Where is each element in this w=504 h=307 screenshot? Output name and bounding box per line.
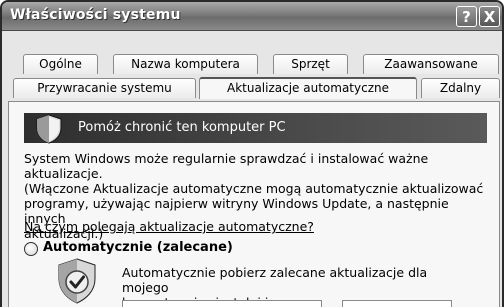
shield-icon (36, 114, 62, 144)
frequency-dropdown[interactable] (122, 300, 322, 307)
window-title: Właściwości systemu (10, 7, 181, 23)
close-icon: X (483, 7, 496, 26)
system-properties-window: Właściwości systemu ? X Ogólne Nazwa kom… (0, 0, 504, 307)
tab-label: Zdalny (439, 81, 482, 95)
tab-label: Aktualizacje automatyczne (226, 81, 389, 95)
description-line: (Włączone Aktualizacje automatyczne mogą… (24, 181, 484, 196)
tab-label: Ogólne (39, 57, 82, 71)
help-link[interactable]: Na czym polegają aktualizacje automatycz… (24, 219, 314, 234)
tab-remote[interactable]: Zdalny (421, 78, 500, 98)
time-dropdown[interactable] (342, 300, 452, 307)
description-line: System Windows może regularnie sprawdzać… (24, 151, 429, 181)
help-icon: ? (462, 7, 471, 26)
tab-row-1: Ogólne Nazwa komputera Sprzęt Zaawansowa… (2, 54, 502, 74)
auto-radio-label[interactable]: Automatycznie (zalecane) (43, 240, 233, 255)
tab-label: Przywracanie systemu (37, 81, 172, 95)
tab-system-restore[interactable]: Przywracanie systemu (13, 78, 196, 98)
tab-hardware[interactable]: Sprzęt (273, 54, 348, 74)
tab-row-2: Przywracanie systemu Aktualizacje automa… (2, 77, 502, 99)
tab-label: Nazwa komputera (131, 57, 240, 71)
auto-desc-line: Automatycznie pobierz zalecane aktualiza… (122, 265, 428, 295)
tab-advanced[interactable]: Zaawansowane (363, 54, 499, 74)
tab-automatic-updates[interactable]: Aktualizacje automatyczne (199, 77, 417, 99)
close-button[interactable]: X (479, 6, 500, 27)
tab-label: Zaawansowane (384, 57, 478, 71)
help-button[interactable]: ? (456, 6, 477, 27)
security-banner: Pomóż chronić ten komputer PC (24, 113, 487, 144)
tab-computer-name[interactable]: Nazwa komputera (113, 54, 258, 74)
tab-general[interactable]: Ogólne (23, 54, 98, 74)
banner-text: Pomóż chronić ten komputer PC (78, 120, 286, 135)
tab-label: Sprzęt (291, 57, 330, 71)
title-bar[interactable]: Właściwości systemu ? X (2, 2, 502, 31)
shield-check-icon (58, 258, 96, 304)
auto-radio[interactable] (24, 242, 38, 256)
